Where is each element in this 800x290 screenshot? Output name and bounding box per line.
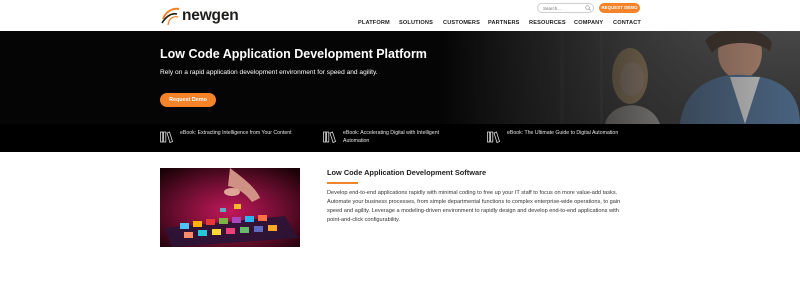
site-header: newgen REQUEST DEMO PLATFORM SOLUTIONS C… — [0, 0, 800, 31]
search-icon[interactable] — [585, 5, 591, 11]
hero-banner: Low Code Application Development Platfor… — [0, 31, 800, 124]
nav-contact[interactable]: CONTACT — [613, 20, 641, 26]
ebook-link-1[interactable]: eBook: Extracting Intelligence from Your… — [160, 130, 310, 148]
nav-company[interactable]: COMPANY — [574, 20, 603, 26]
ebook-link-2[interactable]: eBook: Accelerating Digital with Intelli… — [323, 130, 473, 148]
nav-platform[interactable]: PLATFORM — [358, 20, 390, 26]
nav-solutions[interactable]: SOLUTIONS — [399, 20, 433, 26]
section-title-underline — [327, 182, 358, 184]
hero-photo — [0, 31, 800, 124]
hero-title: Low Code Application Development Platfor… — [160, 47, 427, 61]
hero-subtitle: Rely on a rapid application development … — [160, 69, 378, 76]
nav-customers[interactable]: CUSTOMERS — [443, 20, 480, 26]
nav-partners[interactable]: PARTNERS — [488, 20, 520, 26]
tablet-apps-image — [160, 168, 300, 247]
main-nav: PLATFORM SOLUTIONS CUSTOMERS PARTNERS RE… — [0, 20, 800, 30]
book-icon — [487, 131, 500, 143]
ebook-strip: eBook: Extracting Intelligence from Your… — [0, 124, 800, 152]
book-icon — [160, 131, 173, 143]
ebook-label-1: eBook: Extracting Intelligence from Your… — [180, 130, 292, 136]
nav-resources[interactable]: RESOURCES — [529, 20, 566, 26]
request-demo-button-header[interactable]: REQUEST DEMO — [599, 3, 640, 13]
ebook-label-2: eBook: Accelerating Digital with Intelli… — [343, 130, 440, 144]
book-icon — [323, 131, 336, 143]
request-demo-button-hero[interactable]: Request Demo — [160, 93, 216, 107]
ebook-label-3: eBook: The Ultimate Guide to Digital Aut… — [507, 130, 619, 136]
section-body: Develop end-to-end applications rapidly … — [327, 190, 621, 224]
ebook-link-3[interactable]: eBook: The Ultimate Guide to Digital Aut… — [487, 130, 637, 148]
section-title: Low Code Application Development Softwar… — [327, 168, 487, 177]
